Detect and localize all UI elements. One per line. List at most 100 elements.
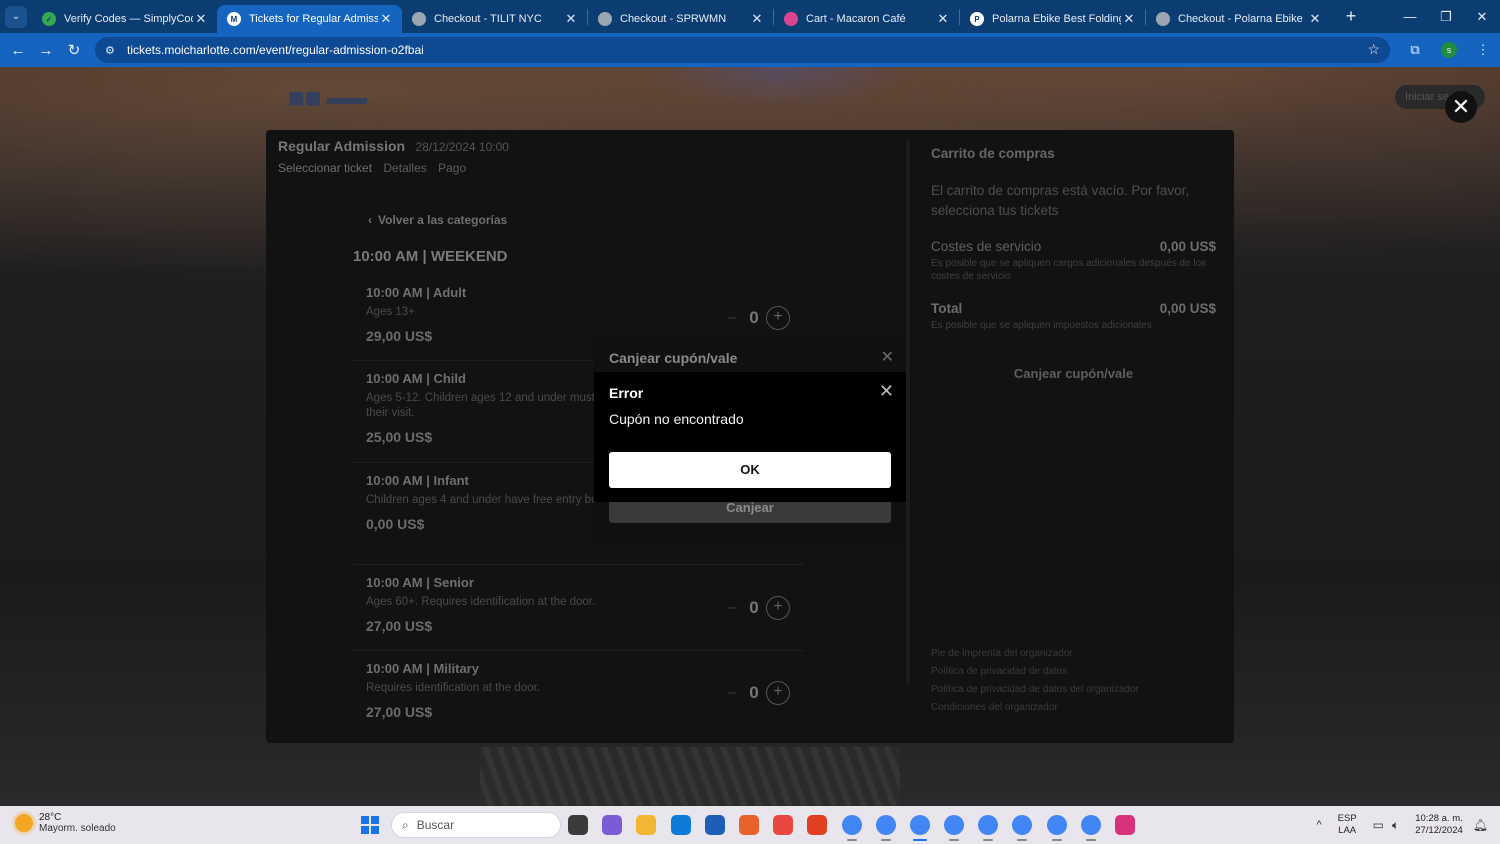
panel-scrollbar[interactable]	[906, 140, 910, 685]
close-window-icon[interactable]: ✕	[1464, 0, 1500, 33]
tab-favicon-icon	[412, 12, 426, 26]
taskbar-app-icon[interactable]	[1115, 815, 1135, 835]
tab-close-icon[interactable]: ✕	[1307, 11, 1323, 27]
back-icon[interactable]: ←	[4, 42, 32, 59]
taskbar-app-icon[interactable]	[738, 815, 759, 835]
browser-tab[interactable]: ✓ Verify Codes — SimplyCodes✕	[32, 5, 217, 33]
windows-start-icon[interactable]	[361, 816, 379, 834]
service-cost-note: Es posible que se apliquen cargos adicio…	[931, 258, 1207, 282]
total-row: Total 0,00 US$	[931, 301, 1216, 316]
ok-button[interactable]: OK	[609, 452, 891, 488]
profile-avatar[interactable]: s	[1441, 42, 1457, 58]
url-text[interactable]: tickets.moicharlotte.com/event/regular-a…	[127, 43, 424, 57]
legal-link-organizer-terms[interactable]: Condiciones del organizador	[931, 702, 1139, 713]
taskbar-app-icon[interactable]	[1080, 815, 1101, 841]
browser-tab[interactable]: Checkout - SPRWMN ✕	[588, 5, 773, 33]
clock[interactable]: 10:28 a. m. 27/12/2024	[1415, 813, 1463, 837]
menu-icon[interactable]: ⋮	[1466, 42, 1500, 58]
weather-widget[interactable]: 28°C Mayorm. soleado	[15, 812, 116, 834]
forward-icon[interactable]: →	[32, 42, 60, 59]
event-date: 28/12/2024 10:00	[415, 140, 509, 154]
legal-links: Pie de imprenta del organizador Política…	[931, 648, 1139, 720]
tab-close-icon[interactable]: ✕	[378, 11, 394, 27]
tab-label: Cart - Macaron Café	[806, 13, 906, 25]
sun-icon	[15, 814, 33, 832]
taskbar-app-icon[interactable]	[944, 815, 965, 841]
address-bar[interactable]: ⚙ tickets.moicharlotte.com/event/regular…	[95, 37, 1390, 63]
taskbar-app-icon[interactable]	[704, 815, 725, 835]
section-title: 10:00 AM | WEEKEND	[353, 248, 508, 265]
service-cost-value: 0,00 US$	[1159, 239, 1216, 254]
tab-close-icon[interactable]: ✕	[749, 11, 765, 27]
taskbar-app-icon[interactable]	[841, 815, 862, 841]
tab-label: Checkout - SPRWMN	[620, 13, 727, 25]
network-icon[interactable]: ▭	[1373, 818, 1384, 832]
reload-icon[interactable]: ↻	[60, 41, 88, 59]
taskbar-app-icon[interactable]	[773, 815, 794, 835]
taskbar-app-icon[interactable]	[636, 815, 657, 835]
browser-tab[interactable]: Cart - Macaron Café ✕	[774, 5, 959, 33]
tab-close-icon[interactable]: ✕	[935, 11, 951, 27]
tab-close-icon[interactable]: ✕	[193, 11, 209, 27]
browser-tab[interactable]: M Tickets for Regular Admission | ✕	[217, 5, 402, 33]
taskbar-app-icon[interactable]	[807, 815, 828, 835]
tab-label: Checkout - TILIT NYC	[434, 13, 542, 25]
taskbar-app-icon[interactable]	[1046, 815, 1067, 841]
redeem-coupon-link[interactable]: Canjear cupón/vale	[931, 366, 1216, 381]
taskbar-app-icon[interactable]	[568, 815, 588, 835]
new-tab-button[interactable]: +	[1341, 6, 1361, 27]
weather-temp: 28°C	[39, 812, 62, 823]
close-icon[interactable]: ✕	[881, 347, 894, 367]
bookmark-star-icon[interactable]: ☆	[1367, 41, 1380, 58]
taskbar-app-icon[interactable]	[602, 815, 623, 835]
cart-empty-message: El carrito de compras está vacío. Por fa…	[931, 183, 1190, 218]
error-modal: Error ✕ Cupón no encontrado OK	[594, 372, 906, 502]
minus-icon[interactable]: –	[722, 684, 742, 702]
site-info-icon[interactable]: ⚙	[105, 44, 123, 57]
browser-tab[interactable]: Checkout - Polarna Ebike ✕	[1146, 5, 1331, 33]
system-tray: ^ ESP LAA ▭ 🔈︎ 10:28 a. m. 27/12/2024 🔔︎	[1316, 806, 1500, 844]
back-link-label: Volver a las categorías	[378, 213, 508, 227]
tab-favicon-icon: ✓	[42, 12, 56, 26]
tab-close-icon[interactable]: ✕	[1121, 11, 1137, 27]
chevron-up-icon[interactable]: ^	[1316, 819, 1321, 831]
browser-tab[interactable]: P Polarna Ebike Best Folding Fat T✕	[960, 5, 1145, 33]
back-to-categories-link[interactable]: ‹ Volver a las categorías	[368, 213, 507, 227]
minus-icon[interactable]: –	[722, 309, 742, 327]
language-indicator[interactable]: ESP LAA	[1338, 813, 1357, 837]
extensions-icon[interactable]: ⧉	[1398, 42, 1432, 58]
minus-icon[interactable]: –	[722, 599, 742, 617]
legal-link-privacy[interactable]: Política de privacidad de datos	[931, 666, 1139, 677]
close-icon[interactable]: ✕	[879, 381, 894, 402]
search-placeholder: Buscar	[416, 818, 455, 832]
taskbar-app-icon[interactable]	[909, 815, 930, 841]
legal-link-imprint[interactable]: Pie de imprenta del organizador	[931, 648, 1139, 659]
close-overlay-icon[interactable]: ✕	[1445, 91, 1477, 123]
volume-icon[interactable]: 🔈︎	[1392, 818, 1399, 833]
tab-label: Polarna Ebike Best Folding Fat T	[992, 13, 1121, 25]
tab-search-icon[interactable]: ⌄	[5, 5, 27, 28]
plus-icon[interactable]: +	[766, 681, 790, 705]
tab-favicon-icon	[1156, 12, 1170, 26]
search-icon: ⌕	[402, 817, 409, 832]
restore-icon[interactable]: ❐	[1428, 0, 1464, 33]
tab-label: Tickets for Regular Admission |	[249, 13, 378, 25]
taskbar-app-icon[interactable]	[875, 815, 896, 841]
qty-stepper-adult: – 0 +	[722, 306, 790, 330]
tab-close-icon[interactable]: ✕	[563, 11, 579, 27]
browser-tab[interactable]: Checkout - TILIT NYC ✕	[402, 5, 587, 33]
minimize-icon[interactable]: —	[1392, 0, 1428, 33]
legal-link-organizer-privacy[interactable]: Política de privacidad de datos del orga…	[931, 684, 1139, 695]
ticket-name: 10:00 AM | Military	[366, 661, 479, 676]
taskbar-app-icon[interactable]	[670, 815, 691, 835]
taskbar-search[interactable]: ⌕ Buscar	[391, 812, 561, 838]
qty-value: 0	[749, 598, 759, 617]
plus-icon[interactable]: +	[766, 306, 790, 330]
taskbar-app-icon[interactable]	[1012, 815, 1033, 841]
tab-label: Verify Codes — SimplyCodes	[64, 13, 193, 25]
tab-favicon-icon: M	[227, 12, 241, 26]
taskbar-app-icon[interactable]	[978, 815, 999, 841]
plus-icon[interactable]: +	[766, 596, 790, 620]
notification-bell-icon[interactable]: 🔔︎	[1473, 818, 1488, 832]
tab-favicon-icon	[598, 12, 612, 26]
